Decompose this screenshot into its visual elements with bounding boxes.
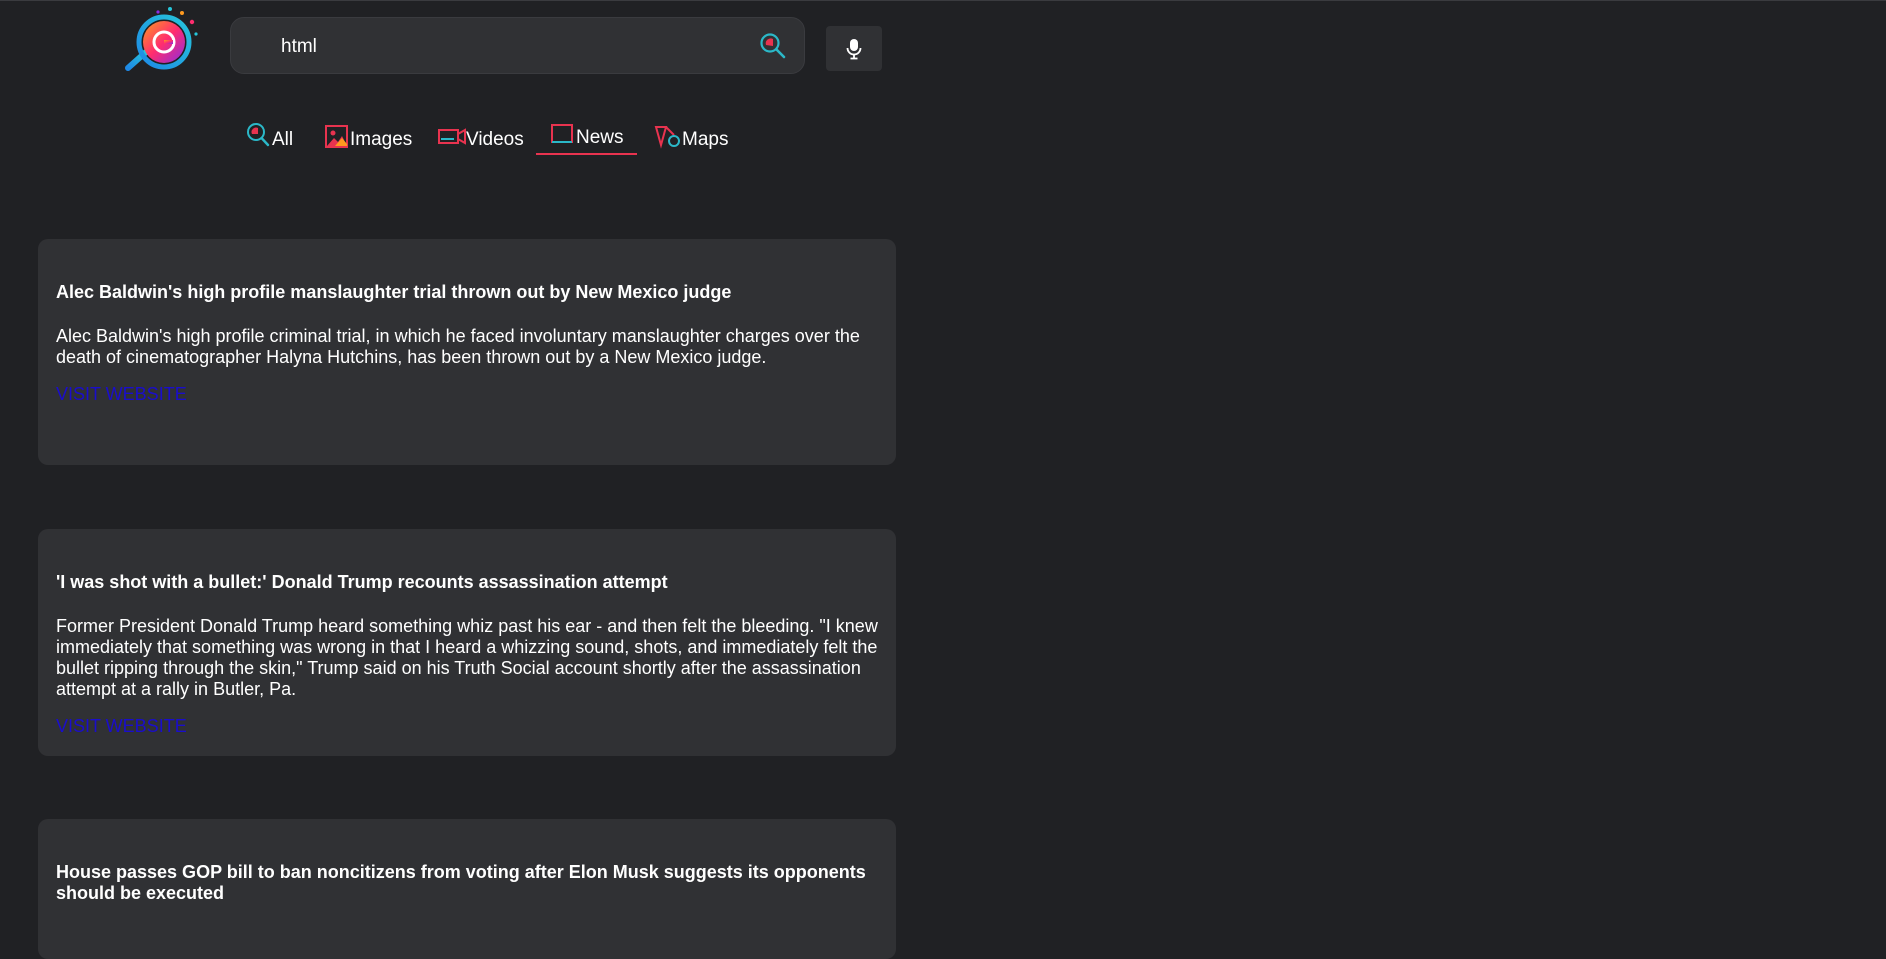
result-title: 'I was shot with a bullet:' Donald Trump… — [56, 572, 668, 592]
search-bar[interactable] — [230, 17, 805, 75]
news-result-card: Alec Baldwin's high profile manslaughter… — [38, 239, 896, 465]
news-result-card: House passes GOP bill to ban noncitizens… — [38, 819, 896, 959]
voice-search-button[interactable] — [826, 26, 882, 71]
search-icon — [247, 123, 270, 147]
video-icon — [438, 128, 466, 145]
news-icon — [551, 124, 573, 143]
tab-maps[interactable]: Maps — [654, 115, 728, 155]
image-icon — [325, 125, 348, 148]
tab-images-label: Images — [350, 129, 413, 150]
tab-news-label: News — [576, 127, 624, 148]
tab-news[interactable]: News — [536, 115, 637, 155]
search-input[interactable] — [279, 18, 723, 75]
map-icon — [654, 126, 680, 149]
result-title: Alec Baldwin's high profile manslaughter… — [56, 282, 732, 302]
result-description: Former President Donald Trump heard some… — [56, 616, 878, 699]
search-icon[interactable] — [758, 31, 788, 61]
news-result-card: 'I was shot with a bullet:' Donald Trump… — [38, 529, 896, 756]
tab-videos-label: Videos — [466, 129, 524, 150]
tab-all-label: All — [272, 129, 294, 150]
magnifier-logo[interactable] — [122, 6, 204, 72]
visit-website-link[interactable]: VISIT WEBSITE — [56, 716, 187, 737]
tab-images[interactable]: Images — [324, 115, 412, 155]
microphone-icon — [846, 38, 862, 59]
tab-videos[interactable]: Videos — [438, 115, 524, 155]
top-divider — [0, 0, 1886, 1]
tab-maps-label: Maps — [682, 129, 729, 150]
tab-all[interactable]: All — [246, 115, 293, 155]
visit-website-link[interactable]: VISIT WEBSITE — [56, 384, 187, 405]
result-description: Alec Baldwin's high profile criminal tri… — [56, 326, 860, 367]
result-title: House passes GOP bill to ban noncitizens… — [56, 862, 866, 903]
